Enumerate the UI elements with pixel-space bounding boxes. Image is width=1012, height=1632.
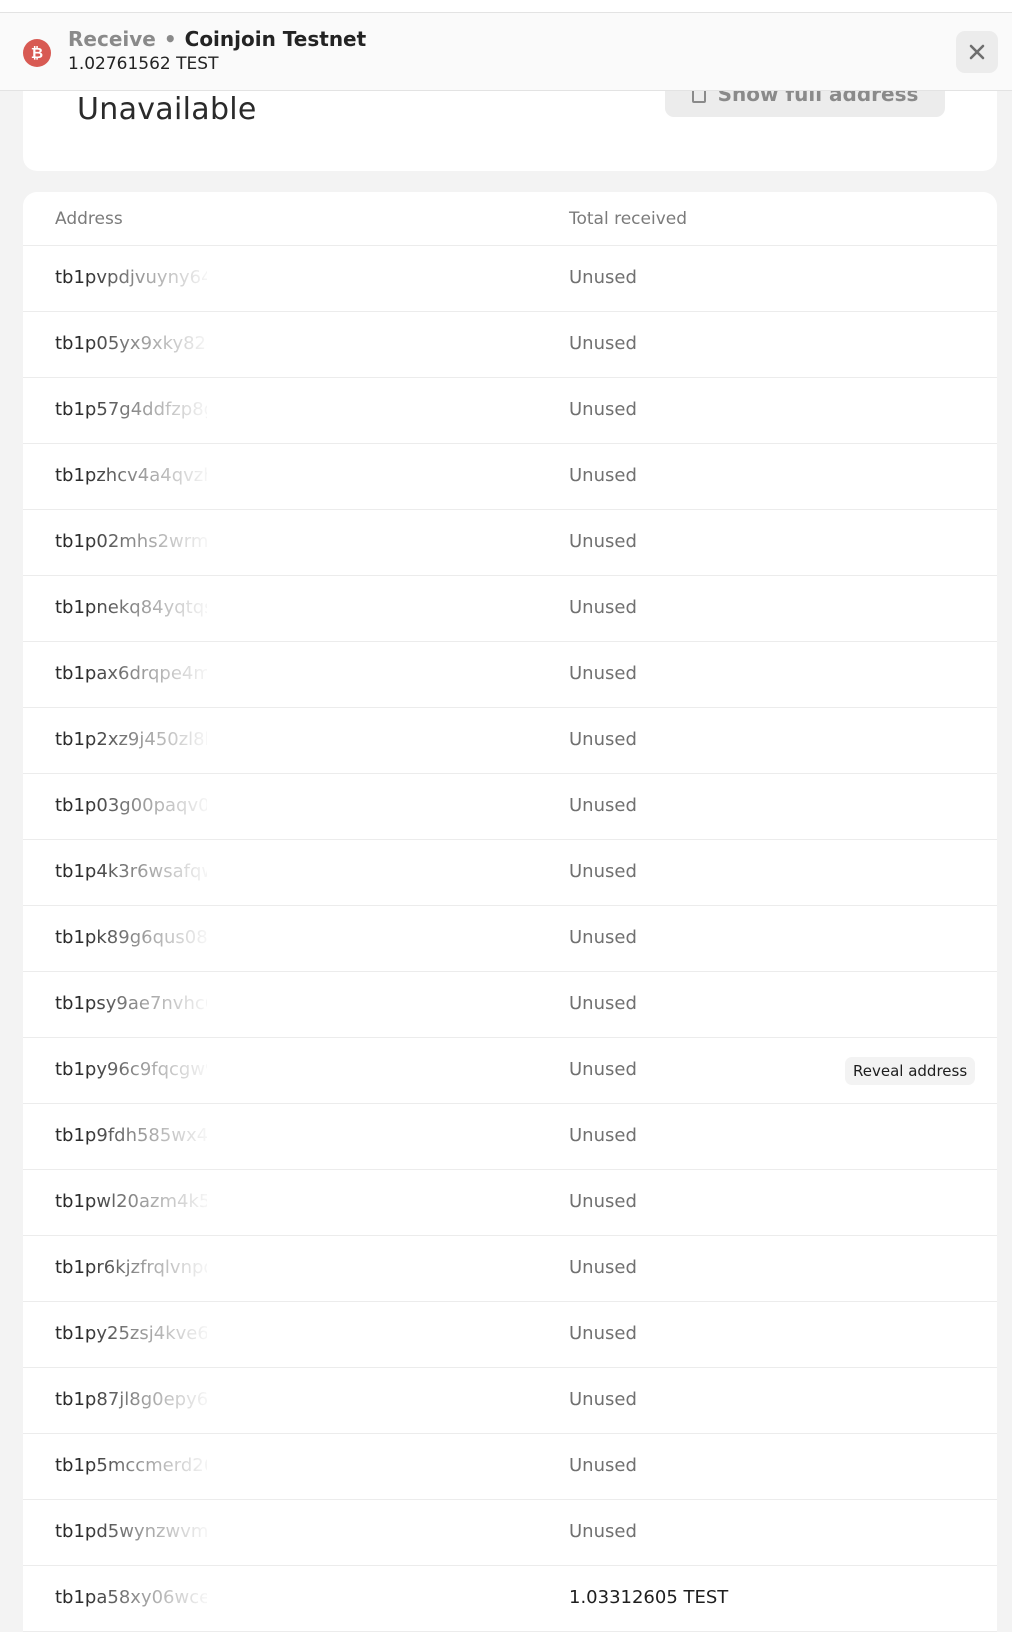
address-cell: tb1pnekq84yqtqs <box>55 597 207 618</box>
title-receive: Receive <box>68 27 156 51</box>
table-row[interactable]: tb1py25zsj4kve65 Unused <box>23 1302 997 1368</box>
receive-content: Unavailable Show full address Address To… <box>0 0 1012 1632</box>
received-cell: Unused <box>569 861 637 882</box>
received-cell: Unused <box>569 993 637 1014</box>
table-row[interactable]: tb1pr6kjzfrqlvnpq Unused <box>23 1236 997 1302</box>
bitcoin-icon: ₿ <box>23 39 51 67</box>
table-row[interactable]: tb1psy9ae7nvhc6 Unused <box>23 972 997 1038</box>
table-row[interactable]: tb1pvpdjvuyny64 Unused <box>23 246 997 312</box>
received-cell: Unused <box>569 1257 637 1278</box>
address-cell: tb1p4k3r6wsafqw <box>55 861 207 882</box>
address-cell: tb1pvpdjvuyny64 <box>55 267 207 288</box>
address-cell: tb1p02mhs2wrm7 <box>55 531 207 552</box>
address-cell: tb1psy9ae7nvhc6 <box>55 993 207 1014</box>
column-header-total-received: Total received <box>569 209 688 229</box>
address-cell: tb1p9fdh585wx46 <box>55 1125 207 1146</box>
received-cell: Unused <box>569 531 637 552</box>
received-cell: Unused <box>569 927 637 948</box>
table-header: Address Total received <box>23 192 997 246</box>
table-row[interactable]: tb1pax6drqpe4mq Unused <box>23 642 997 708</box>
close-icon <box>969 44 985 60</box>
table-row[interactable]: tb1pzhcv4a4qvzh Unused <box>23 444 997 510</box>
received-cell: Unused <box>569 1323 637 1344</box>
received-cell: Unused <box>569 1191 637 1212</box>
table-row[interactable]: tb1p4k3r6wsafqw Unused <box>23 840 997 906</box>
received-cell: Unused <box>569 465 637 486</box>
table-row[interactable]: tb1p03g00paqv08 Unused <box>23 774 997 840</box>
table-row[interactable]: tb1py96c9fqcgw9 Unused Reveal address <box>23 1038 997 1104</box>
column-header-address: Address <box>55 209 123 229</box>
table-row[interactable]: tb1pd5wynzwvm6 Unused <box>23 1500 997 1566</box>
address-cell: tb1p03g00paqv08 <box>55 795 207 816</box>
close-button[interactable] <box>956 31 998 73</box>
received-cell: Unused <box>569 729 637 750</box>
received-cell: Unused <box>569 795 637 816</box>
address-cell: tb1py25zsj4kve65 <box>55 1323 207 1344</box>
table-row[interactable]: tb1p5mccmerd26 Unused <box>23 1434 997 1500</box>
modal-header: ₿ Receive • Coinjoin Testnet 1.02761562 TE… <box>0 12 1012 91</box>
modal-title: Receive • Coinjoin Testnet <box>68 27 366 51</box>
address-cell: tb1p05yx9xky824 <box>55 333 207 354</box>
received-cell: Unused <box>569 663 637 684</box>
received-cell: Unused <box>569 399 637 420</box>
address-cell: tb1pa58xy06wce6 <box>55 1587 207 1608</box>
received-cell: Unused <box>569 597 637 618</box>
title-separator: • <box>163 27 177 51</box>
address-cell: tb1pd5wynzwvm6 <box>55 1521 207 1542</box>
address-status: Unavailable <box>77 92 257 127</box>
table-row[interactable]: tb1pk89g6qus08m Unused <box>23 906 997 972</box>
received-cell: Unused <box>569 1125 637 1146</box>
table-row[interactable]: tb1pwl20azm4k57 Unused <box>23 1170 997 1236</box>
address-cell: tb1pwl20azm4k57 <box>55 1191 207 1212</box>
received-cell: Unused <box>569 1389 637 1410</box>
account-name: Coinjoin Testnet <box>184 27 367 51</box>
table-row[interactable]: tb1p2xz9j450zl8h Unused <box>23 708 997 774</box>
table-row[interactable]: tb1pnekq84yqtqs Unused <box>23 576 997 642</box>
table-row[interactable]: tb1p02mhs2wrm7 Unused <box>23 510 997 576</box>
address-cell: tb1p57g4ddfzp8g <box>55 399 207 420</box>
address-cell: tb1p2xz9j450zl8h <box>55 729 207 750</box>
address-cell: tb1pzhcv4a4qvzh <box>55 465 207 486</box>
address-cell: tb1pk89g6qus08m <box>55 927 207 948</box>
received-cell: Unused <box>569 267 637 288</box>
address-cell: tb1pr6kjzfrqlvnpq <box>55 1257 207 1278</box>
received-cell: Unused <box>569 1521 637 1542</box>
address-table: Address Total received tb1pvpdjvuyny64 U… <box>23 192 997 1632</box>
received-cell: Unused <box>569 333 637 354</box>
table-row[interactable]: tb1p05yx9xky824 Unused <box>23 312 997 378</box>
received-cell: Unused <box>569 1059 637 1080</box>
address-cell: tb1p87jl8g0epy6m <box>55 1389 207 1410</box>
reveal-address-button[interactable]: Reveal address <box>845 1057 976 1085</box>
address-cell: tb1pax6drqpe4mq <box>55 663 207 684</box>
received-cell: Unused <box>569 1455 637 1476</box>
table-row[interactable]: tb1p87jl8g0epy6m Unused <box>23 1368 997 1434</box>
received-cell: 1.03312605 TEST <box>569 1587 729 1608</box>
table-row[interactable]: tb1p9fdh585wx46 Unused <box>23 1104 997 1170</box>
table-row[interactable]: tb1p57g4ddfzp8g Unused <box>23 378 997 444</box>
top-strip <box>0 0 1012 12</box>
account-balance: 1.02761562 TEST <box>68 54 219 74</box>
address-cell: tb1py96c9fqcgw9 <box>55 1059 207 1080</box>
address-cell: tb1p5mccmerd26 <box>55 1455 207 1476</box>
table-row[interactable]: tb1pa58xy06wce6 1.03312605 TEST <box>23 1566 997 1632</box>
